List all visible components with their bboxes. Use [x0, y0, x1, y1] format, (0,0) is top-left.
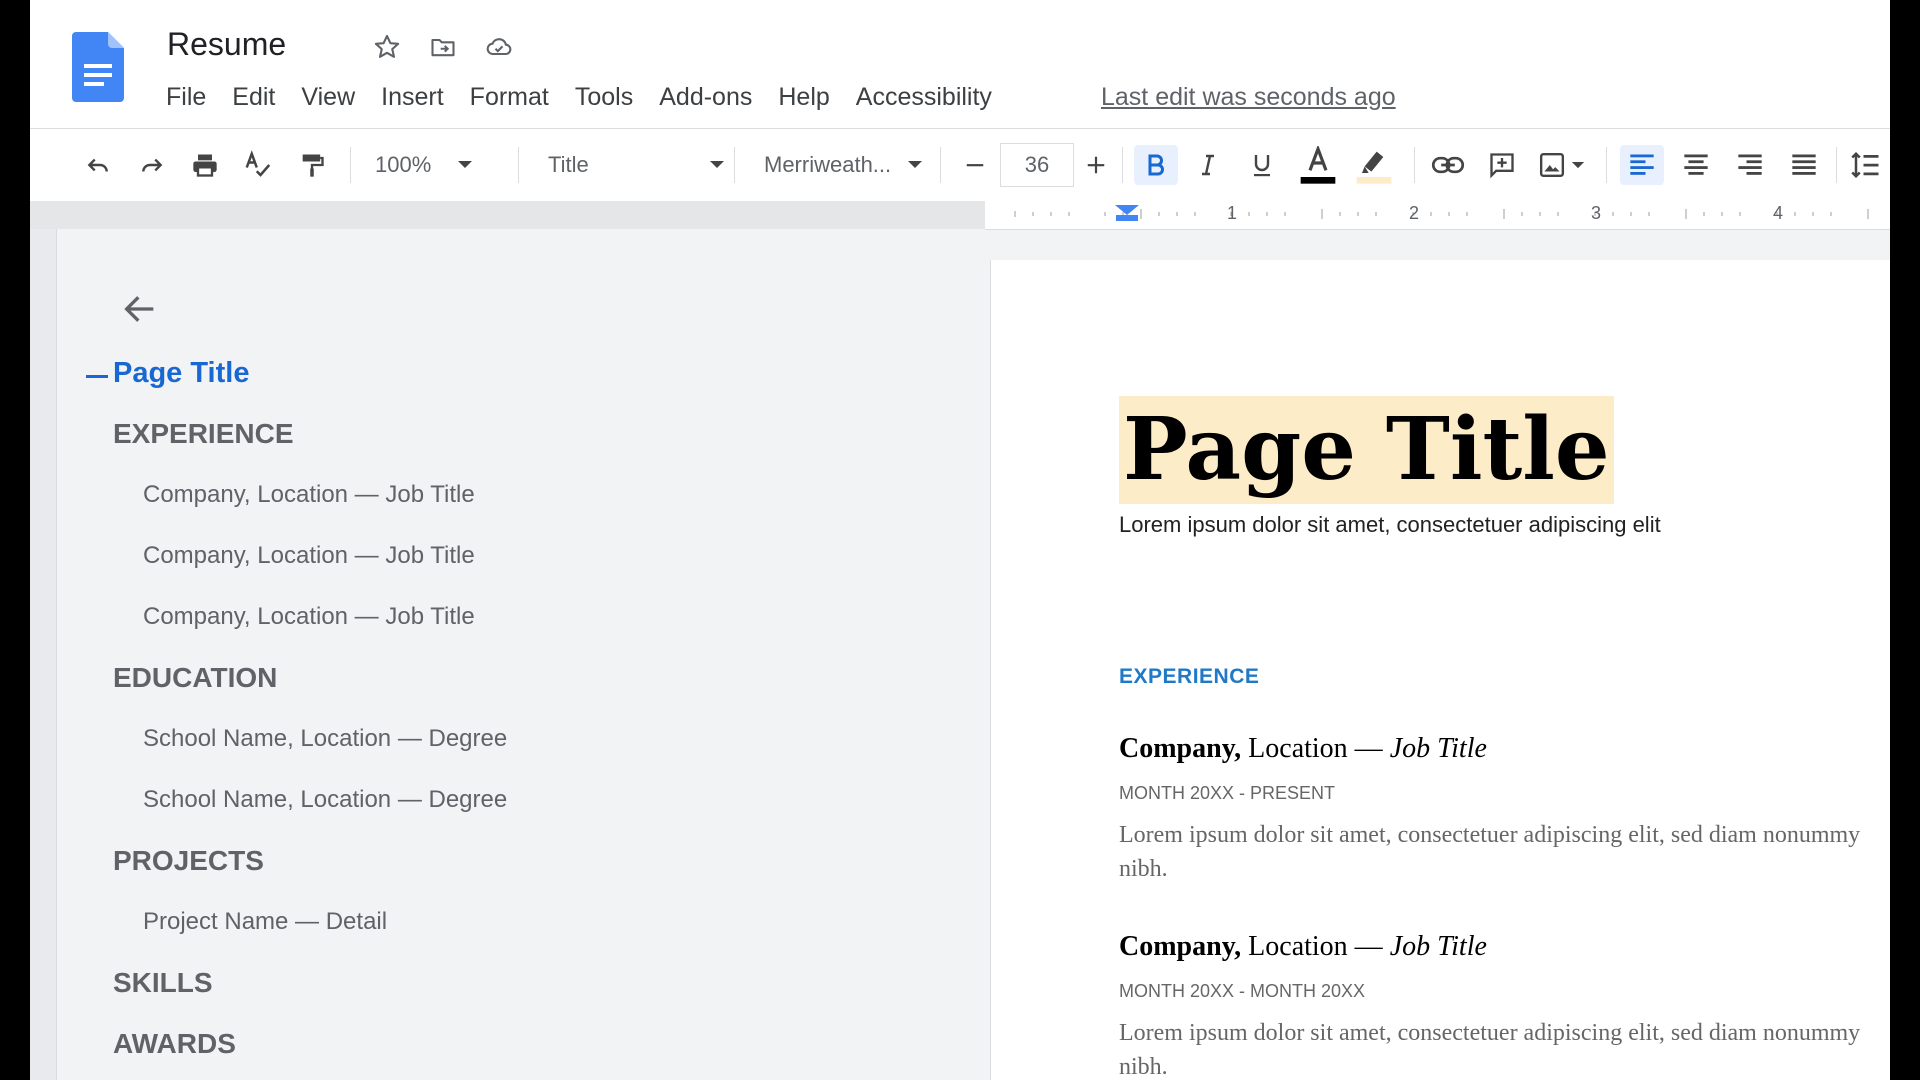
font-dropdown-icon: [908, 161, 923, 168]
paint-format-icon[interactable]: [292, 145, 332, 185]
job-location: Location —: [1241, 733, 1390, 764]
outline-heading[interactable]: EDUCATION: [113, 662, 277, 694]
print-icon[interactable]: [185, 145, 225, 185]
header: Resume File Edit View Insert Format Tool…: [30, 0, 1890, 129]
outline-subheading[interactable]: Company, Location — Job Title: [143, 481, 475, 509]
job-company: Company,: [1119, 931, 1242, 962]
document-page[interactable]: Page Title Lorem ipsum dolor sit amet, c…: [990, 260, 1890, 1080]
outline-subheading[interactable]: Company, Location — Job Title: [143, 542, 475, 570]
menu-bar: File Edit View Insert Format Tools Add-o…: [166, 80, 1005, 114]
font-size-input[interactable]: 36: [1000, 143, 1074, 187]
increase-font-size-icon[interactable]: [1076, 145, 1116, 185]
text-color-icon[interactable]: [1296, 145, 1340, 185]
docs-app: Resume File Edit View Insert Format Tool…: [30, 0, 1890, 1080]
align-right-icon[interactable]: [1728, 145, 1772, 185]
font-select[interactable]: Merriweath...: [764, 145, 923, 185]
indent-marker-icon: [1115, 205, 1139, 215]
outline-item-title[interactable]: Page Title: [113, 357, 249, 390]
italic-icon[interactable]: [1188, 145, 1228, 185]
outline-subheading[interactable]: School Name, Location — Degree: [143, 786, 507, 814]
underline-icon[interactable]: [1242, 145, 1282, 185]
highlight-color-icon[interactable]: [1352, 145, 1396, 185]
vertical-ruler[interactable]: [30, 229, 57, 1080]
style-dropdown-icon: [709, 161, 724, 168]
job-role: Job Title: [1389, 931, 1487, 962]
last-edit-link[interactable]: Last edit was seconds ago: [1101, 80, 1396, 114]
job-location: Location —: [1241, 931, 1390, 962]
ruler-mark-2: 2: [1409, 203, 1420, 223]
undo-icon[interactable]: [78, 145, 118, 185]
spellcheck-icon[interactable]: [238, 145, 278, 185]
bold-button[interactable]: [1134, 145, 1178, 185]
outline-current-marker: [86, 375, 108, 378]
ruler-mark-3: 3: [1591, 203, 1602, 223]
ruler-mark-1: 1: [1227, 203, 1238, 223]
menu-edit[interactable]: Edit: [219, 80, 288, 114]
paragraph-style-value: Title: [548, 152, 589, 177]
ruler-ticks: [1014, 205, 1869, 221]
toolbar: 100% Title Merriweath... 36: [30, 129, 1890, 202]
job-description[interactable]: Lorem ipsum dolor sit amet, consectetuer…: [1119, 818, 1879, 886]
add-comment-icon[interactable]: [1480, 145, 1524, 185]
ruler-mark-4: 4: [1773, 203, 1784, 223]
move-folder-icon[interactable]: [426, 30, 460, 64]
menu-view[interactable]: View: [288, 80, 368, 114]
docs-logo-icon[interactable]: [72, 32, 124, 102]
cloud-status-icon[interactable]: [482, 30, 516, 64]
document-outline: Page Title EXPERIENCE Company, Location …: [58, 229, 993, 1080]
menu-tools[interactable]: Tools: [562, 80, 646, 114]
back-arrow-icon[interactable]: [120, 289, 160, 329]
star-icon[interactable]: [370, 30, 404, 64]
align-center-icon[interactable]: [1674, 145, 1718, 185]
justify-icon[interactable]: [1782, 145, 1826, 185]
outline-subheading[interactable]: Company, Location — Job Title: [143, 603, 475, 631]
job-heading[interactable]: Company, Location — Job Title: [1119, 931, 1487, 963]
job-company: Company,: [1119, 733, 1242, 764]
zoom-select[interactable]: 100%: [375, 145, 473, 185]
job-description[interactable]: Lorem ipsum dolor sit amet, consectetuer…: [1119, 1016, 1879, 1080]
line-spacing-icon[interactable]: [1846, 145, 1886, 185]
outline-subheading[interactable]: Project Name — Detail: [143, 908, 387, 936]
job-dates[interactable]: MONTH 20XX - PRESENT: [1119, 783, 1335, 804]
image-dropdown-icon: [1571, 161, 1585, 168]
job-dates[interactable]: MONTH 20XX - MONTH 20XX: [1119, 981, 1365, 1002]
menu-help[interactable]: Help: [765, 80, 842, 114]
outline-heading[interactable]: AWARDS: [113, 1028, 236, 1060]
menu-accessibility[interactable]: Accessibility: [843, 80, 1005, 114]
menu-add-ons[interactable]: Add-ons: [646, 80, 765, 114]
ruler-margin: [30, 201, 985, 229]
outline-heading[interactable]: EXPERIENCE: [113, 418, 294, 450]
menu-insert[interactable]: Insert: [368, 80, 457, 114]
horizontal-ruler[interactable]: 1 2 3 4: [985, 201, 1890, 230]
paragraph-style-select[interactable]: Title: [548, 145, 725, 185]
zoom-dropdown-icon: [458, 161, 473, 168]
outline-heading[interactable]: PROJECTS: [113, 845, 264, 877]
menu-file[interactable]: File: [166, 80, 219, 114]
align-left-icon: [1630, 154, 1654, 175]
document-heading-title[interactable]: Page Title: [1119, 396, 1614, 504]
section-heading[interactable]: EXPERIENCE: [1119, 665, 1259, 689]
redo-icon[interactable]: [132, 145, 172, 185]
insert-image-icon[interactable]: [1534, 145, 1590, 185]
align-left-button[interactable]: [1620, 145, 1664, 185]
decrease-font-size-icon[interactable]: [955, 145, 995, 185]
outline-heading[interactable]: SKILLS: [113, 967, 213, 999]
document-subtitle[interactable]: Lorem ipsum dolor sit amet, consectetuer…: [1119, 512, 1661, 538]
document-title[interactable]: Resume: [167, 26, 286, 63]
font-value: Merriweath...: [764, 152, 892, 177]
menu-format[interactable]: Format: [457, 80, 562, 114]
outline-subheading[interactable]: School Name, Location — Degree: [143, 725, 507, 753]
job-role: Job Title: [1389, 733, 1487, 764]
job-heading[interactable]: Company, Location — Job Title: [1119, 733, 1487, 765]
zoom-value: 100%: [375, 152, 432, 177]
bold-icon: [1148, 154, 1164, 176]
insert-link-icon[interactable]: [1426, 145, 1470, 185]
